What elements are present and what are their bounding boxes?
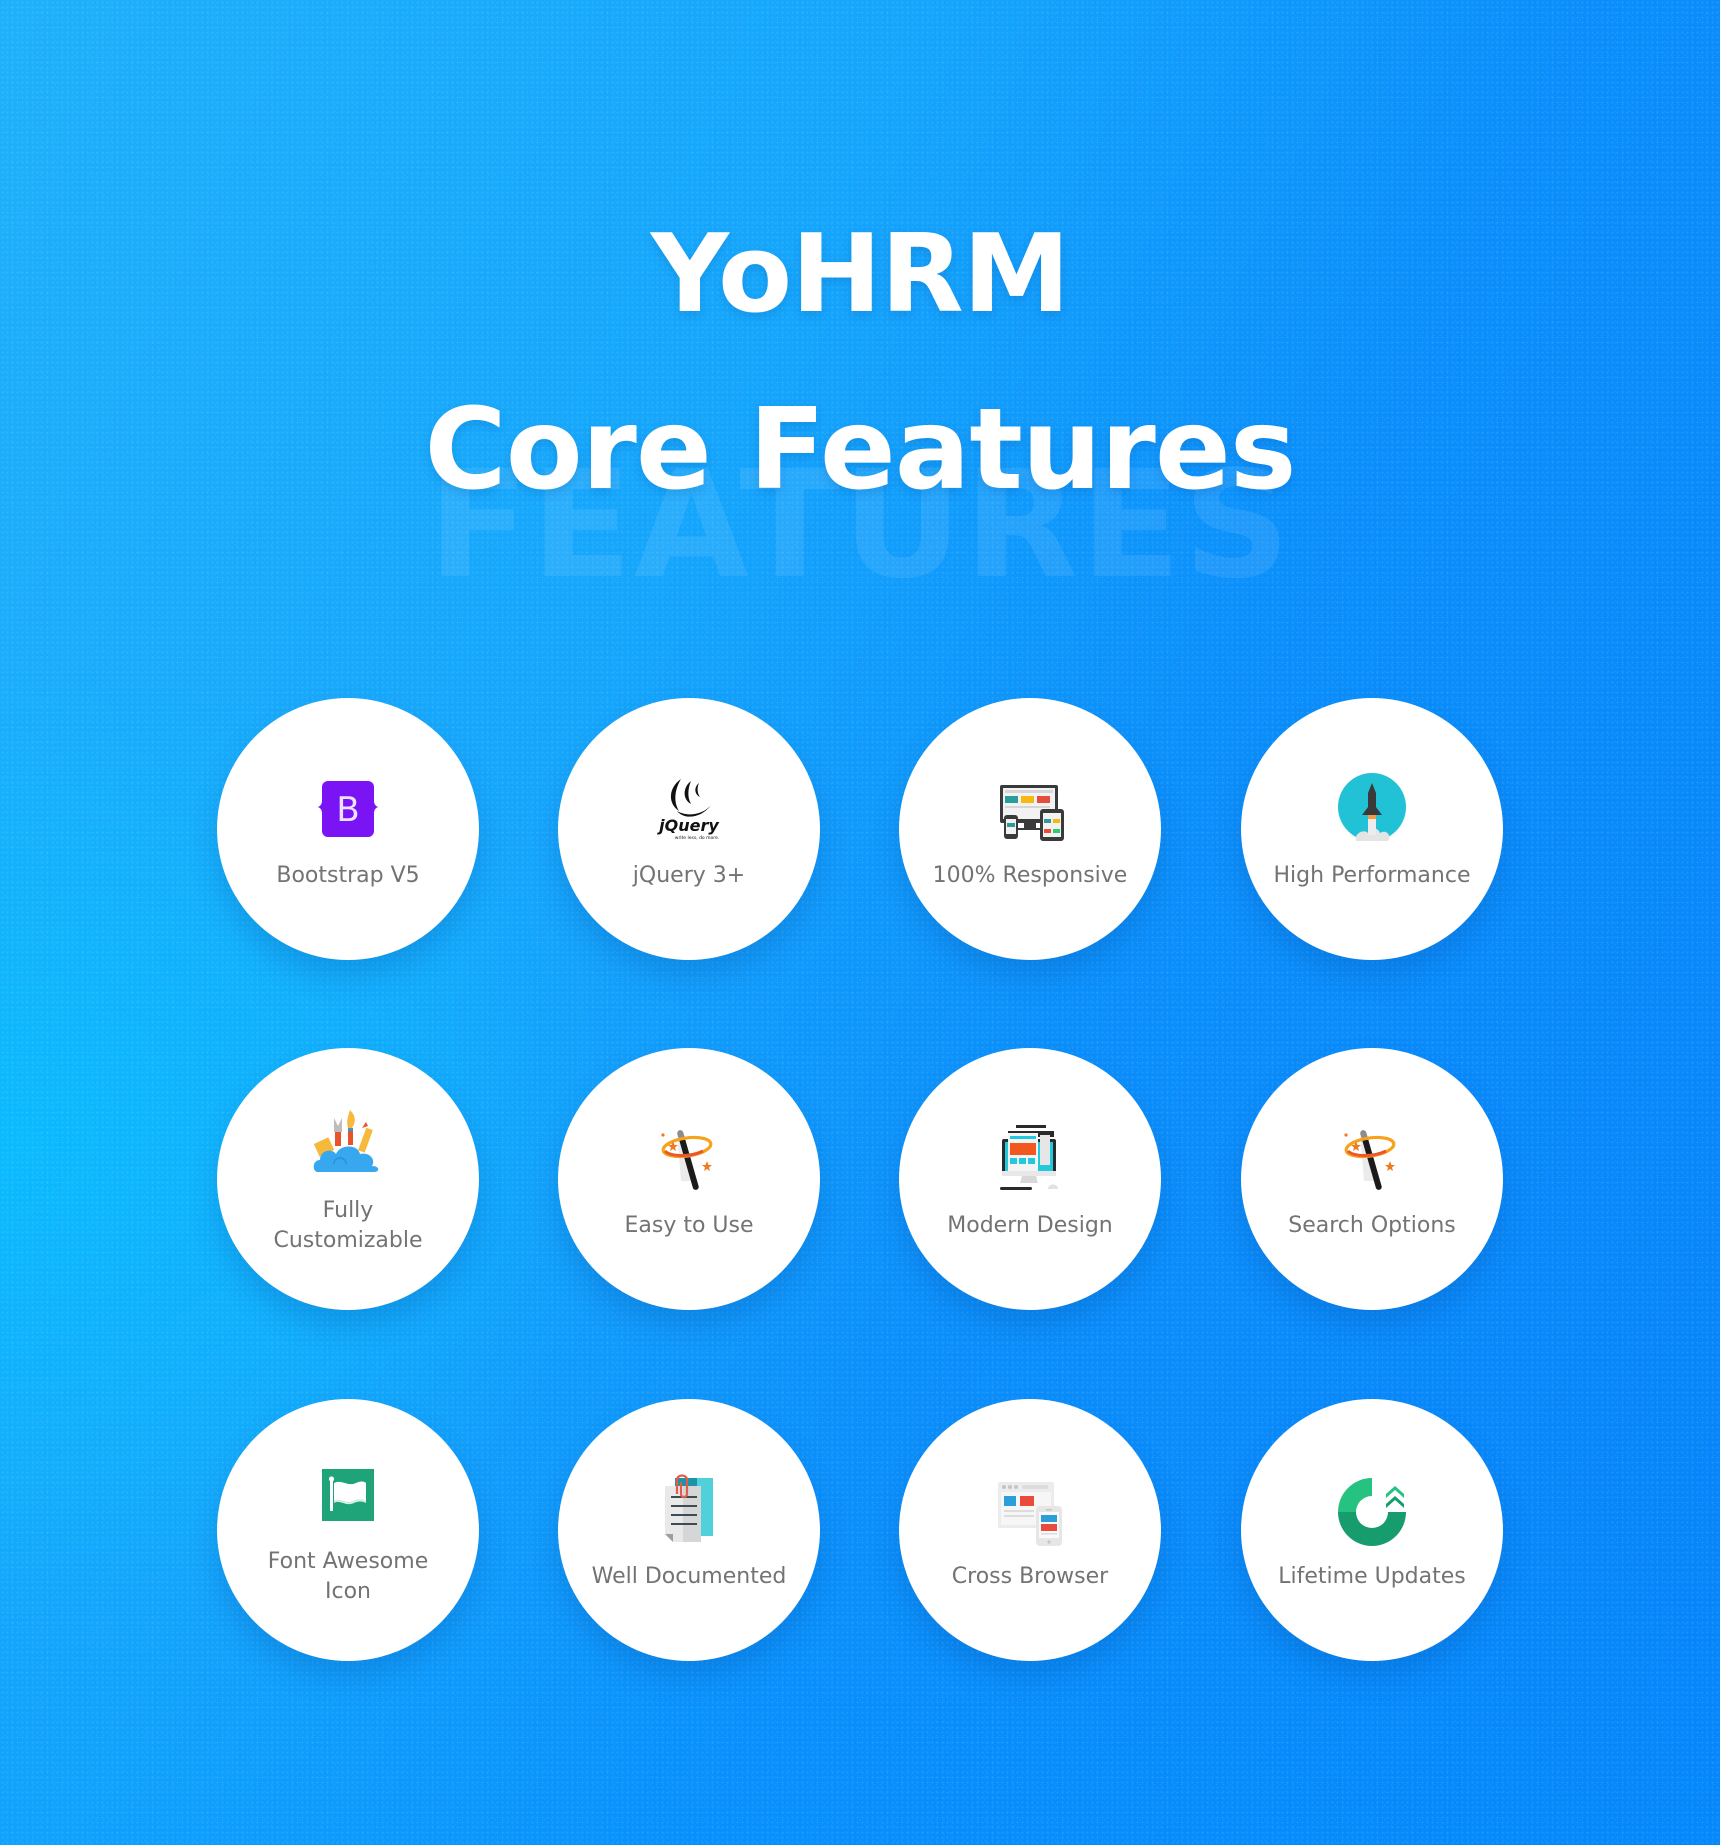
svg-text:B: B xyxy=(336,790,359,830)
feature-label: High Performance xyxy=(1273,863,1471,888)
svg-text:write less, do more.: write less, do more. xyxy=(675,835,719,841)
feature-label: Cross Browser xyxy=(951,1564,1109,1589)
feature-card-bootstrap: B Bootstrap V5 xyxy=(217,698,479,960)
update-arrows-icon xyxy=(1334,1472,1410,1548)
feature-card-jquery: jQuery write less, do more. jQuery 3+ xyxy=(558,698,820,960)
feature-label: Fully Customizable xyxy=(273,1198,423,1253)
feature-card-easy-to-use: Easy to Use xyxy=(558,1048,820,1310)
responsive-devices-icon xyxy=(992,771,1068,847)
feature-label: Search Options xyxy=(1288,1213,1456,1238)
feature-label: Bootstrap V5 xyxy=(276,863,420,888)
feature-label: Lifetime Updates xyxy=(1278,1564,1466,1589)
rocket-launch-icon xyxy=(1334,771,1410,847)
feature-label: Easy to Use xyxy=(624,1213,754,1238)
feature-card-responsive: 100% Responsive xyxy=(899,698,1161,960)
feature-label: Modern Design xyxy=(947,1213,1113,1238)
page-title: Core Features xyxy=(424,385,1297,515)
feature-card-font-awesome: Font Awesome Icon xyxy=(217,1399,479,1661)
design-tools-cloud-icon xyxy=(310,1106,386,1182)
feature-label: Font Awesome Icon xyxy=(267,1549,429,1604)
feature-card-modern-design: Modern Design xyxy=(899,1048,1161,1310)
feature-card-search-options: Search Options xyxy=(1241,1048,1503,1310)
feature-card-cross-browser: Cross Browser xyxy=(899,1399,1161,1661)
browser-mobile-icon xyxy=(992,1472,1068,1548)
desktop-layout-icon xyxy=(992,1121,1068,1197)
magic-wand-icon xyxy=(651,1121,727,1197)
feature-card-documented: Well Documented xyxy=(558,1399,820,1661)
flag-icon xyxy=(310,1457,386,1533)
feature-card-lifetime-updates: Lifetime Updates xyxy=(1241,1399,1503,1661)
feature-label: 100% Responsive xyxy=(932,863,1128,888)
bootstrap-logo-icon: B xyxy=(310,771,386,847)
svg-text:jQuery: jQuery xyxy=(656,816,719,835)
jquery-logo-icon: jQuery write less, do more. xyxy=(651,771,727,847)
feature-label: jQuery 3+ xyxy=(632,863,746,888)
magic-wand-icon xyxy=(1334,1121,1410,1197)
feature-label: Well Documented xyxy=(591,1564,787,1589)
feature-card-performance: High Performance xyxy=(1241,698,1503,960)
features-grid: B Bootstrap V5 jQuery write less, do mor… xyxy=(0,0,1720,1845)
document-clip-icon xyxy=(651,1472,727,1548)
feature-card-customizable: Fully Customizable xyxy=(217,1048,479,1310)
